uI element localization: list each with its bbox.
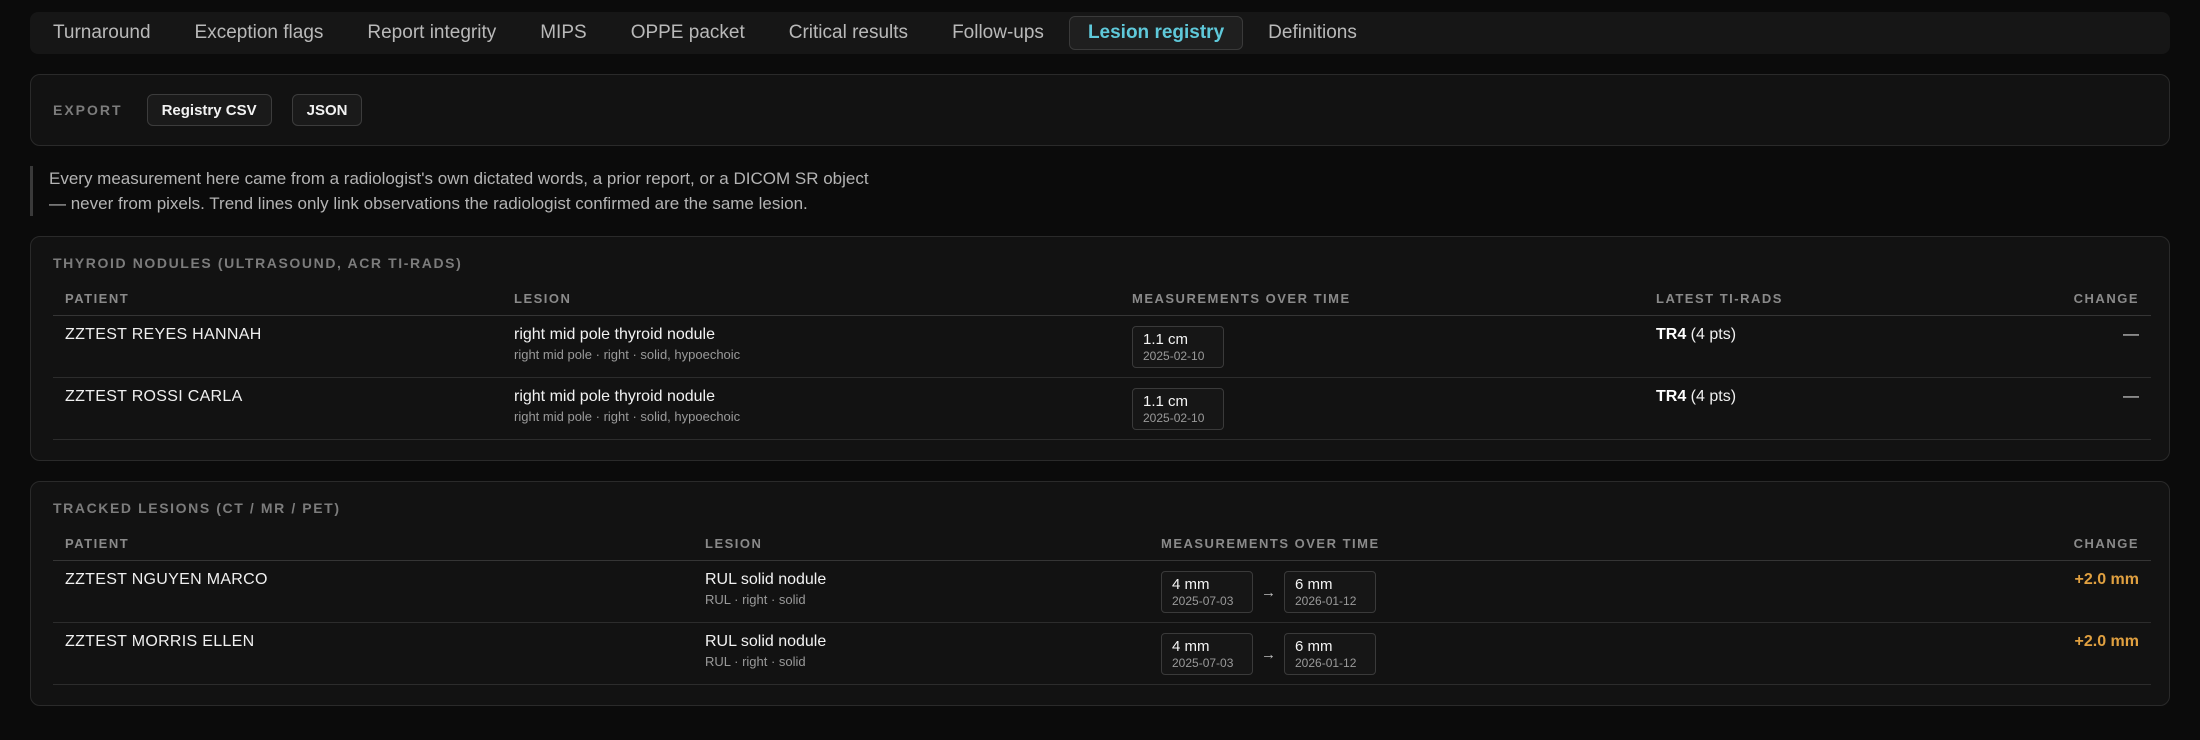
patient-name: ZZTEST ROSSI CARLA [53,377,502,440]
lesion-name: RUL solid nodule [705,571,827,588]
measurement-date: 2026-01-12 [1295,594,1357,608]
tirads-cell: TR4 (4 pts) [1644,315,1944,378]
section-title: THYROID NODULES (ULTRASOUND, ACR TI-RADS… [53,255,463,271]
export-json-button[interactable]: JSON [291,94,363,126]
tirads-points: (4 pts) [1686,326,1737,343]
table-row[interactable]: ZZTEST REYES HANNAH right mid pole thyro… [53,315,2151,378]
table-row[interactable]: ZZTEST NGUYEN MARCO RUL solid nodule RUL… [53,560,2151,623]
tab-definitions[interactable]: Definitions [1249,16,1376,50]
column-header-measurements[interactable]: MEASUREMENTS OVER TIME [1149,536,1749,561]
table-row[interactable]: ZZTEST ROSSI CARLA right mid pole thyroi… [53,377,2151,440]
measurement-value: 1.1 cm [1143,331,1189,348]
patient-name: ZZTEST MORRIS ELLEN [53,622,693,685]
lesion-cell: RUL solid nodule RUL · right · solid [693,622,1149,685]
tab-oppe-packet[interactable]: OPPE packet [612,16,764,50]
tracked-table: PATIENT LESION MEASUREMENTS OVER TIME CH… [53,536,2151,685]
change-value: +2.0 mm [1749,560,2151,623]
lesion-cell: RUL solid nodule RUL · right · solid [693,560,1149,623]
thyroid-table: PATIENT LESION MEASUREMENTS OVER TIME LA… [53,291,2151,440]
page: Turnaround Exception flags Report integr… [0,0,2200,740]
table-header-row: PATIENT LESION MEASUREMENTS OVER TIME CH… [53,536,2151,561]
export-label: EXPORT [53,102,123,118]
measurement-chip: 6 mm 2026-01-12 [1284,571,1376,613]
measurements-cell: 4 mm 2025-07-03 → 6 mm 2026-01-12 [1149,622,1749,685]
measurement-date: 2025-07-03 [1172,594,1234,608]
lesion-name: RUL solid nodule [705,633,827,650]
arrow-right-icon: → [1261,645,1276,663]
measurement-value: 4 mm [1172,576,1210,593]
measurement-date: 2026-01-12 [1295,656,1357,670]
column-header-change[interactable]: CHANGE [1944,291,2151,316]
measurement-value: 1.1 cm [1143,393,1189,410]
column-header-tirads[interactable]: LATEST TI-RADS [1644,291,1944,316]
tirads-grade: TR4 [1656,388,1687,405]
tirads-cell: TR4 (4 pts) [1644,377,1944,440]
patient-name: ZZTEST NGUYEN MARCO [53,560,693,623]
column-header-lesion[interactable]: LESION [693,536,1149,561]
measurement-date: 2025-02-10 [1143,349,1205,363]
measurements-cell: 1.1 cm 2025-02-10 [1120,377,1644,440]
thyroid-nodules-section: THYROID NODULES (ULTRASOUND, ACR TI-RADS… [30,236,2170,461]
column-header-patient[interactable]: PATIENT [53,291,502,316]
column-header-lesion[interactable]: LESION [502,291,1120,316]
column-header-change[interactable]: CHANGE [1749,536,2151,561]
tab-lesion-registry[interactable]: Lesion registry [1068,16,1244,50]
column-header-patient[interactable]: PATIENT [53,536,693,561]
export-panel: EXPORT Registry CSV JSON [30,74,2170,146]
lesion-cell: right mid pole thyroid nodule right mid … [502,377,1120,440]
tab-exception-flags[interactable]: Exception flags [176,16,343,50]
measurements-cell: 4 mm 2025-07-03 → 6 mm 2026-01-12 [1149,560,1749,623]
measurement-chip: 4 mm 2025-07-03 [1161,571,1253,613]
measurement-date: 2025-02-10 [1143,411,1205,425]
lesion-detail: RUL · right · solid [705,654,806,669]
lesion-detail: RUL · right · solid [705,592,806,607]
measurement-chip: 4 mm 2025-07-03 [1161,633,1253,675]
lesion-name: right mid pole thyroid nodule [514,326,716,343]
lesion-name: right mid pole thyroid nodule [514,388,716,405]
measurement-value: 6 mm [1295,576,1333,593]
patient-name: ZZTEST REYES HANNAH [53,315,502,378]
change-value: — [1944,377,2151,440]
change-value: +2.0 mm [1749,622,2151,685]
measurement-chip: 1.1 cm 2025-02-10 [1132,326,1224,368]
lesion-detail: right mid pole · right · solid, hypoecho… [514,409,741,424]
tab-follow-ups[interactable]: Follow-ups [933,16,1063,50]
arrow-right-icon: → [1261,583,1276,601]
table-header-row: PATIENT LESION MEASUREMENTS OVER TIME LA… [53,291,2151,316]
change-value: — [1944,315,2151,378]
measurement-date: 2025-07-03 [1172,656,1234,670]
measurement-value: 6 mm [1295,638,1333,655]
measurement-chip: 6 mm 2026-01-12 [1284,633,1376,675]
tracked-lesions-section: TRACKED LESIONS (CT / MR / PET) PATIENT … [30,481,2170,706]
export-registry-csv-button[interactable]: Registry CSV [146,94,272,126]
tab-mips[interactable]: MIPS [521,16,605,50]
measurements-cell: 1.1 cm 2025-02-10 [1120,315,1644,378]
provenance-note: Every measurement here came from a radio… [30,166,880,216]
column-header-measurements[interactable]: MEASUREMENTS OVER TIME [1120,291,1644,316]
lesion-detail: right mid pole · right · solid, hypoecho… [514,347,741,362]
tab-report-integrity[interactable]: Report integrity [348,16,515,50]
lesion-cell: right mid pole thyroid nodule right mid … [502,315,1120,378]
section-title: TRACKED LESIONS (CT / MR / PET) [53,500,341,516]
tab-bar: Turnaround Exception flags Report integr… [30,12,2170,54]
tab-turnaround[interactable]: Turnaround [34,16,170,50]
tab-critical-results[interactable]: Critical results [770,16,927,50]
tirads-grade: TR4 [1656,326,1687,343]
tirads-points: (4 pts) [1686,388,1737,405]
measurement-chip: 1.1 cm 2025-02-10 [1132,388,1224,430]
measurement-value: 4 mm [1172,638,1210,655]
table-row[interactable]: ZZTEST MORRIS ELLEN RUL solid nodule RUL… [53,622,2151,685]
